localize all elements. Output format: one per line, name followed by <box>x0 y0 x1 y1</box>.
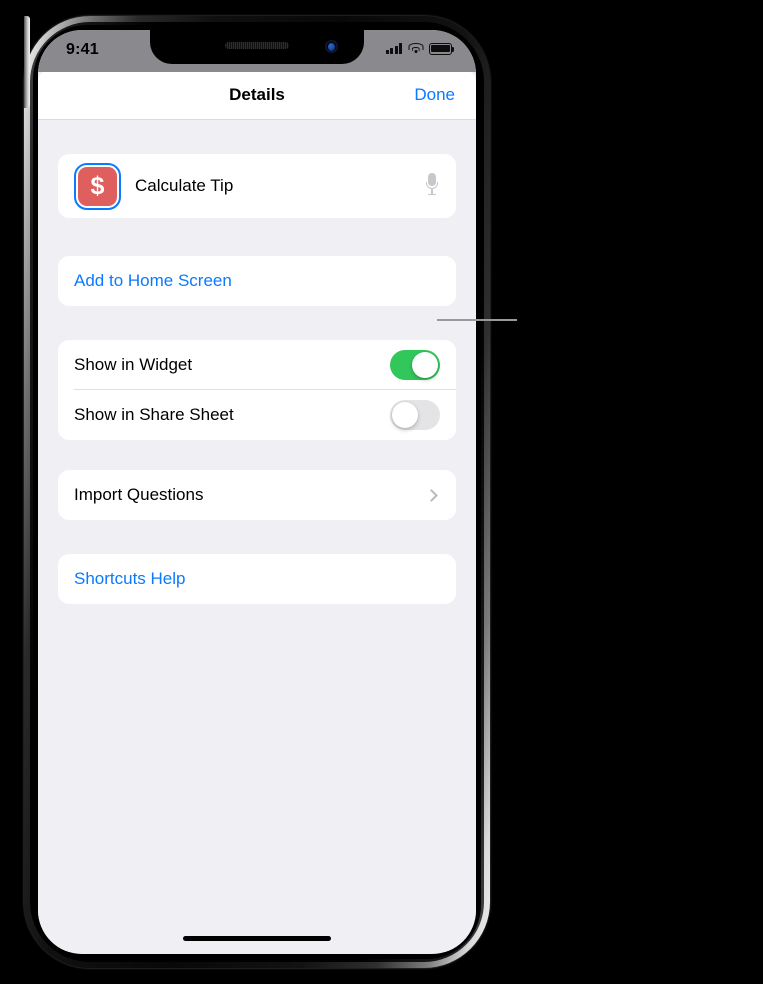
shortcut-name-field[interactable]: Calculate Tip <box>135 176 426 196</box>
front-camera-icon <box>325 40 338 53</box>
iphone-screen: 9:41 Details Done $ Calculate Tip Add to… <box>38 30 476 954</box>
add-to-home-screen-card: Add to Home Screen <box>58 256 456 306</box>
add-to-home-screen-label[interactable]: Add to Home Screen <box>74 271 440 291</box>
show-in-share-sheet-label: Show in Share Sheet <box>74 405 234 424</box>
import-questions-card: Import Questions <box>58 470 456 520</box>
cellular-signal-icon <box>385 43 402 55</box>
show-in-widget-toggle[interactable] <box>390 350 440 380</box>
page-title: Details <box>229 84 285 104</box>
spacer-top <box>58 120 456 154</box>
status-bar-indicators <box>385 43 455 55</box>
import-questions-row[interactable]: Import Questions <box>58 470 456 520</box>
navigation-bar: Details Done <box>38 70 476 120</box>
shortcuts-help-row[interactable]: Shortcuts Help <box>58 554 456 604</box>
shortcut-icon-button[interactable]: $ <box>74 162 121 210</box>
show-in-share-sheet-row[interactable]: Show in Share Sheet <box>58 390 456 440</box>
earpiece-speaker-icon <box>225 42 289 49</box>
shortcuts-help-card: Shortcuts Help <box>58 554 456 604</box>
shortcut-name-row[interactable]: $ Calculate Tip <box>58 154 456 218</box>
callout-leader-line <box>437 319 517 321</box>
status-bar-time: 9:41 <box>66 41 99 58</box>
show-in-widget-label: Show in Widget <box>74 355 193 374</box>
show-in-share-sheet-toggle[interactable] <box>390 400 440 430</box>
chevron-right-icon <box>425 488 438 502</box>
visibility-toggles-card: Show in Widget Show in Share Sheet <box>58 340 456 440</box>
shortcuts-help-label[interactable]: Shortcuts Help <box>74 569 440 589</box>
add-to-home-screen-row[interactable]: Add to Home Screen <box>58 256 456 306</box>
notch <box>150 30 364 64</box>
microphone-icon[interactable] <box>426 173 438 199</box>
screenshot-stage: 9:41 Details Done $ Calculate Tip Add to… <box>0 0 763 984</box>
wifi-icon <box>408 43 423 54</box>
battery-icon <box>429 43 455 55</box>
dollar-sign-shortcut-icon: $ <box>78 166 117 206</box>
done-button[interactable]: Done <box>414 85 455 105</box>
import-questions-label: Import Questions <box>74 485 204 504</box>
shortcut-name-card: $ Calculate Tip <box>58 154 456 218</box>
iphone-device-frame: 9:41 Details Done $ Calculate Tip Add to… <box>24 16 490 968</box>
show-in-widget-row[interactable]: Show in Widget <box>58 340 456 390</box>
details-content: $ Calculate Tip Add to Home Screen Show … <box>38 120 476 952</box>
home-indicator[interactable] <box>183 935 331 941</box>
